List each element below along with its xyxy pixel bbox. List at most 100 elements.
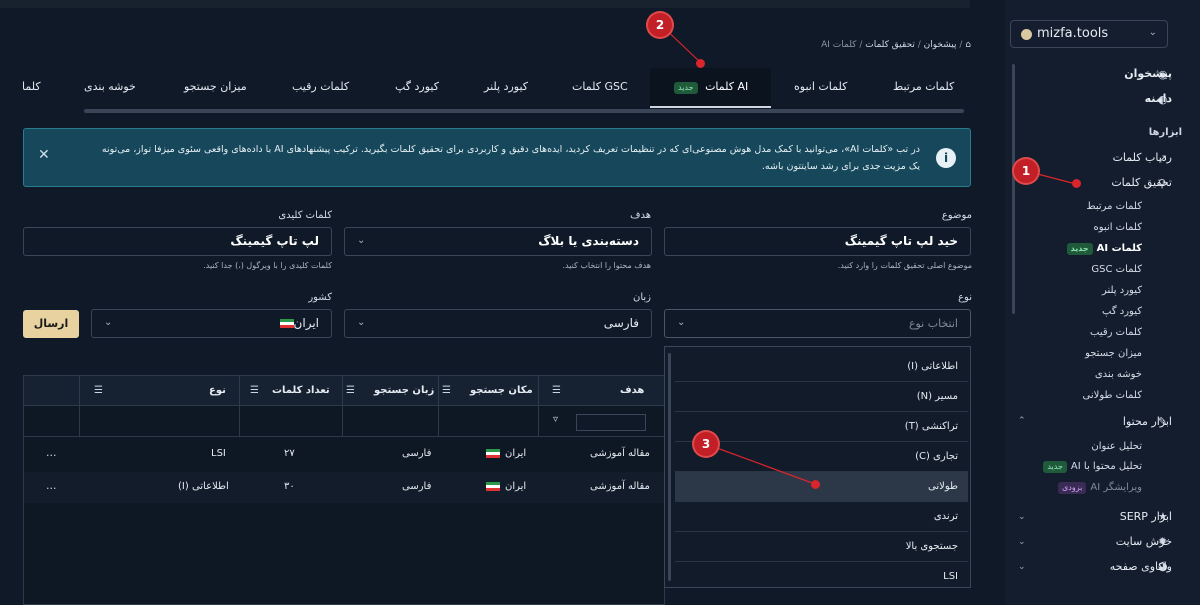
column-menu-icon[interactable]: ☰ bbox=[94, 385, 103, 396]
new-badge: جدید bbox=[1066, 243, 1093, 255]
tab-search-volume[interactable]: میزان جستجو bbox=[184, 80, 247, 93]
top-bar bbox=[0, 0, 970, 8]
type-option-commercial[interactable]: تجاری (C) bbox=[675, 442, 968, 472]
sidebar-sub-gap[interactable]: کیورد گپ bbox=[1102, 306, 1142, 317]
sidebar-sub-clustering[interactable]: خوشه بندی bbox=[1095, 369, 1142, 380]
dropdown-scrollbar[interactable] bbox=[668, 353, 671, 581]
topic-field[interactable]: خید لپ تاپ گیمینگ bbox=[664, 227, 971, 256]
country-select[interactable]: ایران ⌄ bbox=[91, 309, 332, 338]
submit-button[interactable]: ارسال bbox=[23, 310, 79, 338]
filter-row: ▿ bbox=[24, 407, 664, 437]
tab-keyword-planner[interactable]: کیورد پلنر bbox=[484, 80, 528, 93]
soon-badge: بزودی bbox=[1058, 482, 1087, 494]
column-menu-icon[interactable]: ☰ bbox=[442, 385, 451, 396]
sidebar-sub-ai-content[interactable]: تحلیل محتوا با AIجدید bbox=[1043, 461, 1142, 473]
topic-help: موضوع اصلی تحقیق کلمات را وارد کنید. bbox=[837, 261, 972, 270]
info-icon: i bbox=[936, 148, 956, 168]
tab-competitor-keywords[interactable]: کلمات رقیب bbox=[292, 80, 349, 93]
sidebar-sub-planner[interactable]: کیورد پلنر bbox=[1102, 285, 1142, 296]
sidebar-sub-title-analysis[interactable]: تحلیل عنوان bbox=[1091, 441, 1142, 452]
type-option-high-search[interactable]: جستجوی بالا bbox=[675, 532, 968, 562]
keywords-field[interactable]: لپ تاپ گیمینگ bbox=[23, 227, 332, 256]
col-count[interactable]: تعداد کلمات bbox=[272, 385, 330, 396]
home-icon[interactable]: ⌂ bbox=[965, 40, 971, 50]
filter-icon[interactable]: ▿ bbox=[553, 414, 558, 425]
sidebar-item-dashboard[interactable]: پیشخوان bbox=[1124, 67, 1172, 80]
sidebar-sub-ai[interactable]: کلمات AIجدید bbox=[1066, 243, 1142, 255]
col-language[interactable]: زبان جستجو bbox=[374, 385, 434, 396]
cell-location: ایران bbox=[486, 448, 526, 459]
type-option-trendy[interactable]: ترندی bbox=[675, 502, 968, 532]
type-option-navigational[interactable]: مسیر (N) bbox=[675, 382, 968, 412]
cell-type: LSI bbox=[211, 448, 226, 459]
chevron-down-icon[interactable]: ⌄ bbox=[1018, 512, 1026, 522]
tab-keyword-gap[interactable]: کیورد گپ bbox=[395, 80, 439, 93]
row-actions-icon[interactable]: ... bbox=[46, 479, 57, 492]
sidebar-item-rank-tracker[interactable]: ردیاب کلمات bbox=[1113, 151, 1172, 164]
results-table: هدف ☰ مکان جستجو ☰ زبان جستجو ☰ تعداد کل… bbox=[23, 375, 665, 605]
chevron-down-icon[interactable]: ⌄ bbox=[1018, 537, 1026, 547]
type-option-lsi[interactable]: LSI bbox=[675, 562, 968, 592]
tab-bulk-keywords[interactable]: کلمات انبوه bbox=[794, 80, 847, 93]
column-menu-icon[interactable]: ☰ bbox=[552, 385, 561, 396]
sidebar-sub-long-tail[interactable]: کلمات طولانی bbox=[1083, 390, 1142, 401]
tab-related-keywords[interactable]: کلمات مرتبط bbox=[893, 80, 954, 93]
cell-language: فارسی bbox=[402, 448, 432, 459]
country-label: کشور bbox=[308, 292, 332, 303]
site-selector[interactable]: mizfa.tools ⌄ bbox=[1010, 20, 1168, 48]
table-header: هدف ☰ مکان جستجو ☰ زبان جستجو ☰ تعداد کل… bbox=[24, 376, 664, 406]
tab-overflow[interactable]: کلما bbox=[22, 80, 41, 93]
breadcrumb-current: کلمات AI bbox=[821, 40, 857, 50]
sidebar-item-domain[interactable]: دامنه bbox=[1145, 92, 1172, 105]
cell-count: ۲۷ bbox=[284, 448, 295, 459]
sidebar-item-crawl[interactable]: خزش سایت bbox=[1116, 535, 1172, 548]
sidebar-sub-volume[interactable]: میزان جستجو bbox=[1085, 348, 1142, 359]
col-goal[interactable]: هدف bbox=[620, 385, 644, 396]
col-location[interactable]: مکان جستجو bbox=[470, 385, 533, 396]
tabs-scrollbar[interactable] bbox=[84, 109, 964, 113]
chevron-up-icon[interactable]: ⌃ bbox=[1018, 416, 1026, 426]
row-actions-icon[interactable]: ... bbox=[46, 446, 57, 459]
sidebar-sub-gsc[interactable]: کلمات GSC bbox=[1091, 264, 1142, 275]
language-select[interactable]: فارسی ⌄ bbox=[344, 309, 652, 338]
type-label: نوع bbox=[958, 292, 972, 303]
sidebar-scrollbar[interactable] bbox=[1012, 64, 1015, 314]
annotation-dot-1 bbox=[1072, 179, 1081, 188]
close-icon[interactable]: ✕ bbox=[38, 147, 50, 163]
column-menu-icon[interactable]: ☰ bbox=[250, 385, 259, 396]
type-select[interactable]: انتخاب نوع ⌄ bbox=[664, 309, 971, 338]
annotation-marker-1: 1 bbox=[1014, 159, 1038, 183]
chevron-down-icon: ⌄ bbox=[677, 317, 686, 328]
type-option-transactional[interactable]: تراکنشی (T) bbox=[675, 412, 968, 442]
cell-language: فارسی bbox=[402, 481, 432, 492]
keywords-help: کلمات کلیدی را با ویرگول (،) جدا کنید. bbox=[203, 261, 332, 270]
iran-flag-icon bbox=[279, 319, 294, 328]
sidebar-sub-related[interactable]: کلمات مرتبط bbox=[1086, 201, 1142, 212]
goal-filter-input[interactable] bbox=[576, 414, 646, 431]
table-row[interactable]: ... مقاله آموزشی ایران فارسی ۲۷ LSI bbox=[24, 439, 664, 470]
sidebar-item-keyword-research[interactable]: تحقیق کلمات bbox=[1111, 176, 1172, 189]
sidebar-item-serp[interactable]: ابزار SERP bbox=[1120, 510, 1172, 523]
column-menu-icon[interactable]: ☰ bbox=[346, 385, 355, 396]
breadcrumb-keyword-research[interactable]: تحقیق کلمات bbox=[865, 40, 915, 50]
type-option-informational[interactable]: اطلاعاتی (I) bbox=[675, 352, 968, 382]
tab-ai-keywords[interactable]: جدید کلمات AI bbox=[674, 80, 748, 94]
goal-select[interactable]: دسته‌بندی یا بلاگ ⌄ bbox=[344, 227, 652, 256]
breadcrumb: ⌂ / پیشخوان / تحقیق کلمات / کلمات AI bbox=[821, 40, 971, 50]
col-type[interactable]: نوع bbox=[209, 385, 226, 396]
chevron-down-icon: ⌄ bbox=[357, 235, 366, 246]
tab-clustering[interactable]: خوشه بندی bbox=[84, 80, 136, 93]
sidebar-item-content-tools[interactable]: ابزار محتوا bbox=[1123, 415, 1172, 428]
sidebar-sub-competitor[interactable]: کلمات رقیب bbox=[1090, 327, 1142, 338]
breadcrumb-dashboard[interactable]: پیشخوان bbox=[924, 40, 957, 50]
annotation-marker-2: 2 bbox=[648, 13, 672, 37]
chevron-down-icon[interactable]: ⌄ bbox=[1018, 562, 1026, 572]
tab-ai-label: کلمات AI bbox=[705, 80, 749, 93]
table-row[interactable]: ... مقاله آموزشی ایران فارسی ۳۰ اطلاعاتی… bbox=[24, 472, 664, 503]
chevron-down-icon: ⌄ bbox=[357, 317, 366, 328]
tab-gsc-keywords[interactable]: کلمات GSC bbox=[572, 80, 628, 93]
sidebar-sub-bulk[interactable]: کلمات انبوه bbox=[1094, 222, 1142, 233]
iran-flag-icon bbox=[486, 481, 500, 491]
type-option-long-tail[interactable]: طولانی bbox=[675, 472, 968, 502]
sidebar-item-page-audit[interactable]: واکاوی صفحه bbox=[1110, 560, 1172, 573]
